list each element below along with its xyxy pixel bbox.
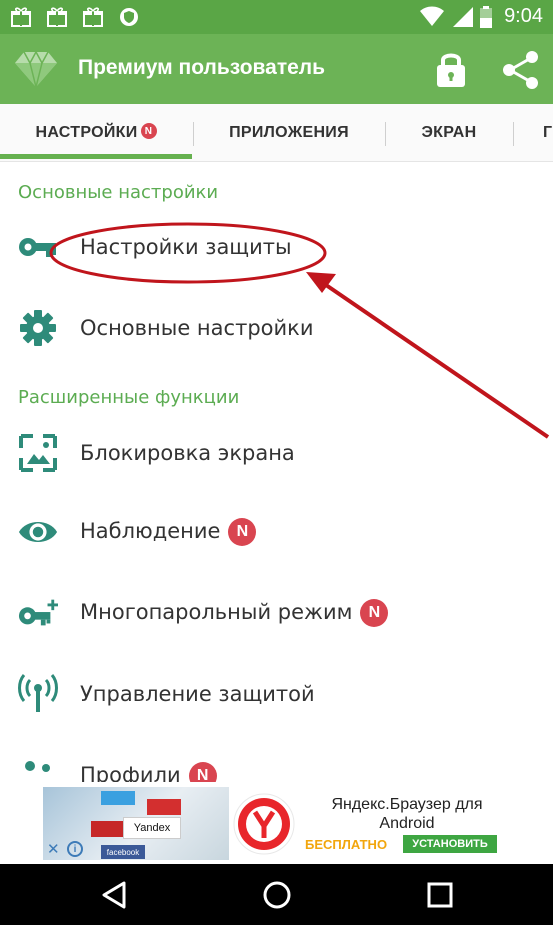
gear-icon [18,308,58,348]
tab-apps-label: ПРИЛОЖЕНИЯ [229,124,349,141]
tab-divider [513,122,514,146]
pinterest-tile [91,821,125,837]
new-badge: N [188,762,217,782]
new-badge: N [140,123,157,139]
share-icon[interactable] [500,50,540,90]
list-item-text: Наблюдение [80,519,221,543]
list-item-monitoring[interactable]: Наблюдение N [0,497,553,567]
gift-icon [47,7,67,27]
tab-apps[interactable]: ПРИЛОЖЕНИЯ [194,104,384,162]
list-item-text: Многопарольный режим [80,600,353,624]
ad-title: Яндекс.Браузер для Android [331,796,483,832]
list-item-label: Настройки защиты [80,235,292,259]
twitter-tile [101,791,135,805]
ad-install-button[interactable]: УСТАНОВИТЬ [403,835,497,853]
back-icon[interactable] [100,880,128,910]
section-header-advanced: Расширенные функции [18,387,240,408]
tab-partial-label: Г [543,124,553,141]
picture-frame-icon [18,433,58,473]
active-tab-indicator [0,154,192,159]
diamond-icon [15,50,57,88]
key-plus-icon [18,593,58,633]
ad-info-icon[interactable]: i [67,841,83,857]
clock: 9:04 [504,5,543,27]
list-item-label: Профили N [80,762,217,782]
ad-close-icon[interactable]: ✕ [47,840,60,858]
tab-settings-label: НАСТРОЙКИ [35,124,138,141]
gift-icon [83,7,103,27]
lock-icon[interactable] [434,50,468,88]
app-toolbar: Премиум пользователь [0,34,553,104]
status-bar: 9:04 [0,0,553,34]
tab-partial[interactable]: Г [543,104,553,162]
antenna-icon [18,674,58,714]
list-item-label: Основные настройки [80,316,314,340]
section-header-basic: Основные настройки [18,182,219,203]
gift-icon [11,7,31,27]
ad-banner[interactable]: Yandex facebook ✕ i Яндекс.Браузер для A… [43,787,509,860]
tab-screen[interactable]: ЭКРАН [386,104,512,162]
list-item-multi-password[interactable]: Многопарольный режим N [0,578,553,648]
battery-icon [480,6,492,28]
recents-icon[interactable] [427,882,453,908]
list-item-profiles[interactable]: Профили N [0,738,553,782]
tab-screen-label: ЭКРАН [421,124,477,141]
shield-icon [120,8,138,26]
list-item-screen-lock[interactable]: Блокировка экрана [0,418,553,488]
ad-free-label: БЕСПЛАТНО [305,837,388,852]
ad-thumb-label: Yandex [123,817,181,839]
page-title: Премиум пользователь [78,56,326,79]
list-item-text: Профили [80,763,181,782]
list-item-label: Многопарольный режим N [80,599,389,627]
list-item-label: Управление защитой [80,682,315,706]
youtube-tile [147,799,181,815]
list-item-protection-control[interactable]: Управление защитой [0,659,553,729]
profiles-icon [18,760,58,782]
home-icon[interactable] [262,880,292,910]
key-icon [18,227,58,267]
eye-icon [18,512,58,552]
yandex-logo [229,787,299,860]
navigation-bar [0,864,553,925]
facebook-tile: facebook [101,845,145,859]
list-item-basic-settings[interactable]: Основные настройки [0,293,553,363]
new-badge: N [360,599,389,627]
signal-icon [453,7,473,27]
list-item-label: Блокировка экрана [80,441,295,465]
new-badge: N [228,518,257,546]
list-item-protection-settings[interactable]: Настройки защиты [0,212,553,282]
wifi-icon [420,6,444,26]
list-item-label: Наблюдение N [80,518,257,546]
ad-thumbnail: Yandex facebook ✕ i [43,787,229,860]
